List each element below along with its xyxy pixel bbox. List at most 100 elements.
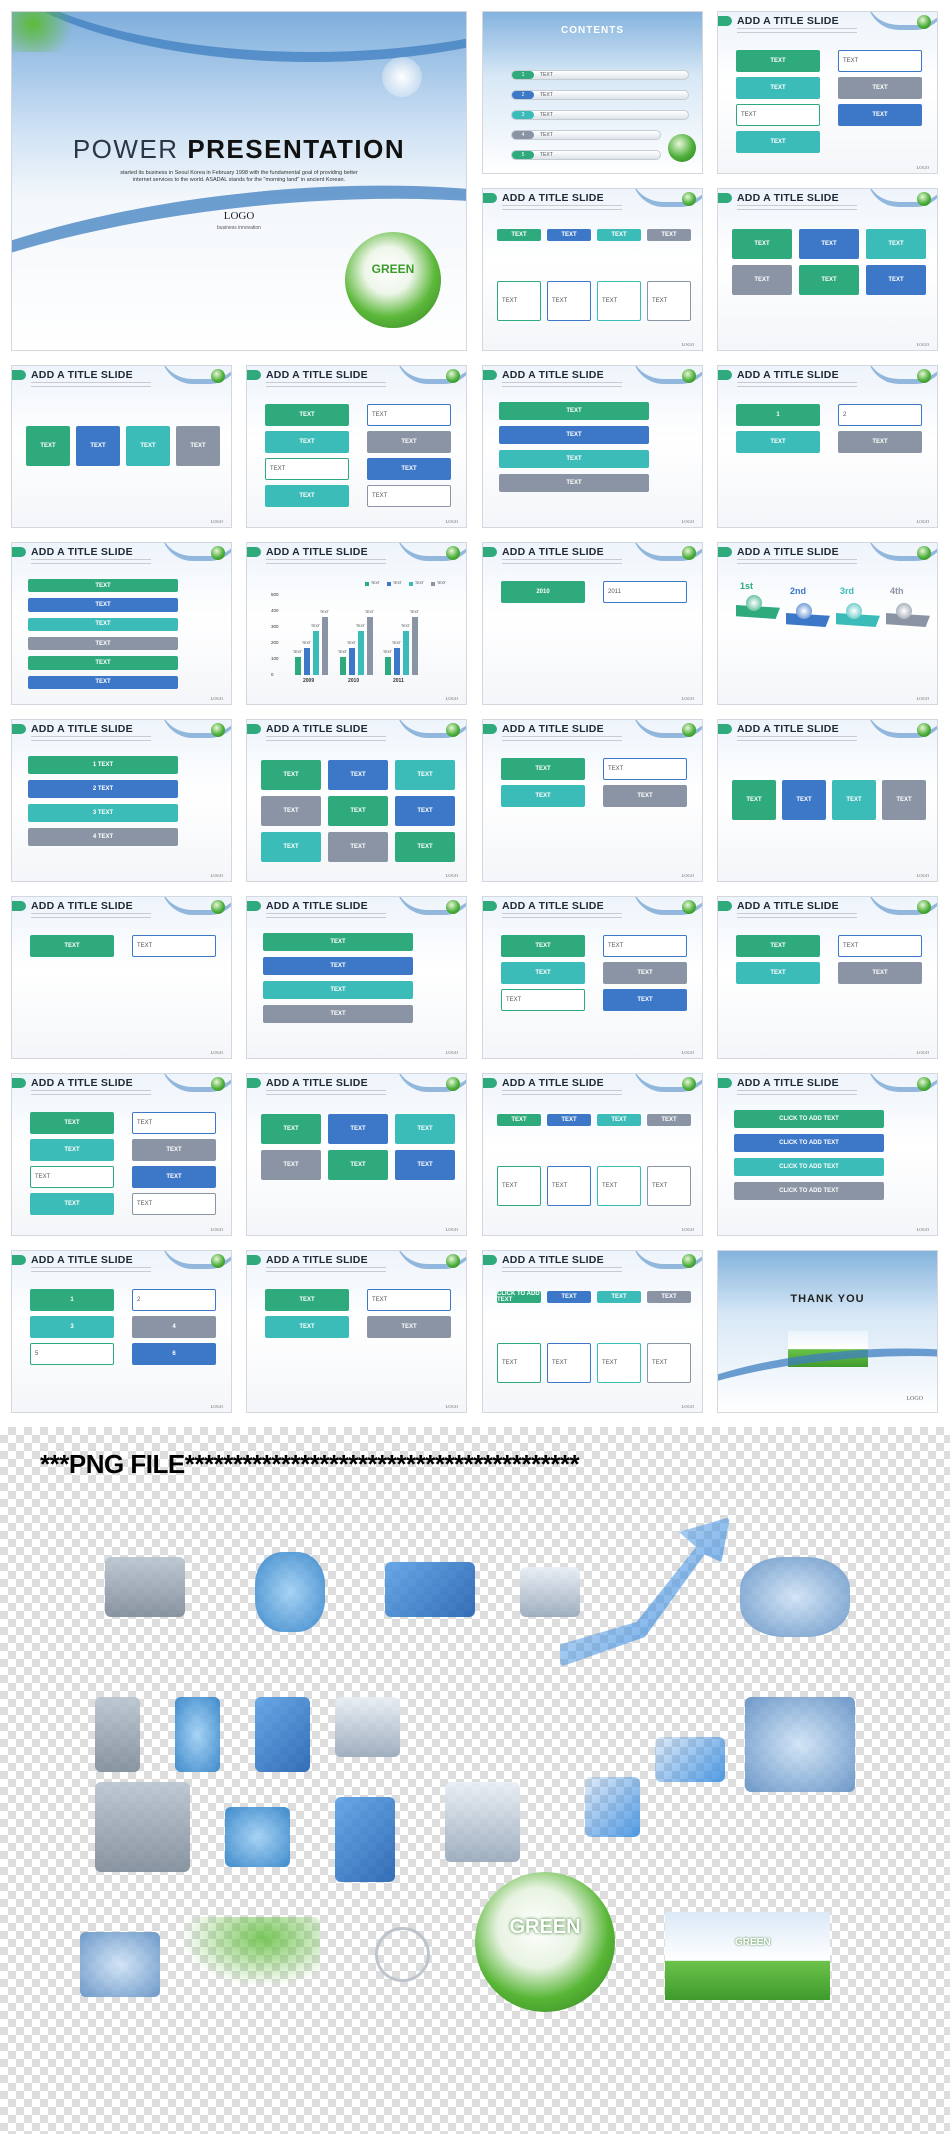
text-placeholder[interactable]: TEXT (838, 77, 922, 99)
slide-thumbnail[interactable]: ADD A TITLE SLIDE LOGO TEXT TEXT TEXT TEXT (482, 719, 703, 882)
text-placeholder[interactable]: TEXT (367, 404, 451, 426)
text-placeholder[interactable]: TEXT (367, 485, 451, 507)
text-placeholder[interactable]: TEXT (30, 1166, 114, 1188)
text-placeholder[interactable]: TEXT (132, 935, 216, 957)
text-placeholder[interactable]: TEXT (838, 50, 922, 72)
text-placeholder[interactable]: TEXT (261, 1150, 321, 1180)
text-placeholder[interactable]: TEXT (265, 1316, 349, 1338)
text-placeholder[interactable]: TEXT (395, 1150, 455, 1180)
text-placeholder[interactable]: TEXT (176, 426, 220, 466)
text-placeholder[interactable]: TEXT (499, 426, 649, 444)
contents-item[interactable]: 5 TEXT (511, 150, 661, 160)
text-placeholder[interactable]: CLICK TO ADD TEXT (497, 1291, 541, 1303)
text-placeholder[interactable]: TEXT (732, 265, 792, 295)
text-placeholder[interactable]: TEXT (647, 1291, 691, 1303)
text-placeholder[interactable]: 2 TEXT (28, 780, 178, 798)
slide-thumbnail[interactable]: CONTENTS 1 TEXT 2 TEXT 3 TEXT 4 TEXT 5 TEXT (482, 11, 703, 174)
text-placeholder[interactable]: TEXT (328, 1114, 388, 1144)
slide-thumbnail[interactable]: THANK YOU LOGO (717, 1250, 938, 1413)
slide-thumbnail[interactable]: ADD A TITLE SLIDE LOGO TEXT TEXT TEXT TEXT (11, 365, 232, 528)
text-placeholder[interactable]: TEXT (497, 1343, 541, 1383)
slide-thumbnail[interactable]: ADD A TITLE SLIDE LOGO 1 TEXT 2 TEXT 3 TEXT 4… (11, 719, 232, 882)
text-placeholder[interactable]: TEXT (501, 989, 585, 1011)
slide-thumbnail[interactable]: ADD A TITLE SLIDE LOGO TEXT TEXT TEXT TEXT TEX… (246, 365, 467, 528)
text-placeholder[interactable]: TEXT (265, 404, 349, 426)
text-placeholder[interactable]: TEXT (28, 598, 178, 612)
text-placeholder[interactable]: 3 (30, 1316, 114, 1338)
text-placeholder[interactable]: TEXT (367, 458, 451, 480)
text-placeholder[interactable]: TEXT (328, 796, 388, 826)
slide-thumbnail[interactable]: ADD A TITLE SLIDE LOGO TEXT TEXT (11, 896, 232, 1059)
text-placeholder[interactable]: TEXT (603, 989, 687, 1011)
text-placeholder[interactable]: TEXT (547, 1166, 591, 1206)
text-placeholder[interactable]: TEXT (132, 1166, 216, 1188)
text-placeholder[interactable]: TEXT (736, 131, 820, 153)
text-placeholder[interactable]: TEXT (882, 780, 926, 820)
slide-thumbnail[interactable]: ADD A TITLE SLIDE LOGO TEXT TEXT TEXT TEXT (246, 896, 467, 1059)
slide-thumbnail[interactable]: ADD A TITLE SLIDE LOGO TEXT TEXT TEXT TEXT TEX… (482, 1073, 703, 1236)
text-placeholder[interactable]: TEXT (497, 1114, 541, 1126)
text-placeholder[interactable]: TEXT (395, 796, 455, 826)
text-placeholder[interactable]: TEXT (547, 281, 591, 321)
text-placeholder[interactable]: TEXT (497, 229, 541, 241)
slide-thumbnail[interactable]: ADD A TITLE SLIDE LOGO TEXT TEXT TEXT TEXT (717, 719, 938, 882)
slide-thumbnail[interactable]: ADD A TITLE SLIDE LOGO TEXT TEXT TEXT TEXT TEX… (11, 542, 232, 705)
text-placeholder[interactable]: TEXT (597, 1343, 641, 1383)
slide-thumbnail[interactable]: ADD A TITLE SLIDE LOGO TEXT TEXT TEXT TEXT (482, 365, 703, 528)
text-placeholder[interactable]: TEXT (736, 50, 820, 72)
slide-thumbnail[interactable]: ADD A TITLE SLIDE LOGO 1 2 3 4 5 6 (11, 1250, 232, 1413)
slide-thumbnail[interactable]: ADD A TITLE SLIDE LOGO TEXT TEXT TEXT TEXT (246, 1250, 467, 1413)
text-placeholder[interactable]: 2 (132, 1289, 216, 1311)
text-placeholder[interactable]: TEXT (132, 1112, 216, 1134)
text-placeholder[interactable]: CLICK TO ADD TEXT (734, 1110, 884, 1128)
text-placeholder[interactable]: TEXT (395, 832, 455, 862)
text-placeholder[interactable]: TEXT (832, 780, 876, 820)
text-placeholder[interactable]: 4 TEXT (28, 828, 178, 846)
text-placeholder[interactable]: TEXT (263, 981, 413, 999)
text-placeholder[interactable]: 1 (736, 404, 820, 426)
text-placeholder[interactable]: TEXT (597, 281, 641, 321)
text-placeholder[interactable]: TEXT (838, 104, 922, 126)
text-placeholder[interactable]: 4 (132, 1316, 216, 1338)
text-placeholder[interactable]: 2 (838, 404, 922, 426)
text-placeholder[interactable]: TEXT (263, 957, 413, 975)
text-placeholder[interactable]: TEXT (838, 935, 922, 957)
contents-item[interactable]: 1 TEXT (511, 70, 689, 80)
contents-item[interactable]: 2 TEXT (511, 90, 689, 100)
text-placeholder[interactable]: TEXT (736, 104, 820, 126)
slide-thumbnail[interactable]: ADD A TITLE SLIDE LOGO TEXT TEXT TEXT TEXT TEX… (717, 188, 938, 351)
text-placeholder[interactable]: TEXT (603, 962, 687, 984)
text-placeholder[interactable]: TEXT (866, 265, 926, 295)
text-placeholder[interactable]: TEXT (328, 832, 388, 862)
text-placeholder[interactable]: TEXT (501, 785, 585, 807)
text-placeholder[interactable]: TEXT (501, 935, 585, 957)
slide-thumbnail[interactable]: ADD A TITLE SLIDE LOGO 1 2 TEXT TEXT (717, 365, 938, 528)
text-placeholder[interactable]: TEXT (497, 281, 541, 321)
text-placeholder[interactable]: TEXT (261, 1114, 321, 1144)
text-placeholder[interactable]: TEXT (30, 1139, 114, 1161)
slide-thumbnail[interactable]: ADD A TITLE SLIDE LOGO TEXT TEXT TEXT TEXT TEX… (11, 1073, 232, 1236)
title-slide[interactable]: POWER PRESENTATION started its business … (11, 11, 467, 351)
slide-thumbnail[interactable]: ADD A TITLE SLIDE LOGO CLICK TO ADD TEXT CL… (717, 1073, 938, 1236)
text-placeholder[interactable]: TEXT (732, 780, 776, 820)
text-placeholder[interactable]: 5 (30, 1343, 114, 1365)
text-placeholder[interactable]: TEXT (597, 1291, 641, 1303)
text-placeholder[interactable]: TEXT (866, 229, 926, 259)
text-placeholder[interactable]: TEXT (30, 935, 114, 957)
text-placeholder[interactable]: 2011 (603, 581, 687, 603)
text-placeholder[interactable]: TEXT (736, 935, 820, 957)
slide-thumbnail[interactable]: ADD A TITLE SLIDE LOGO 0 100 200 300 400 500 TEX… (246, 542, 467, 705)
text-placeholder[interactable]: TEXT (263, 1005, 413, 1023)
text-placeholder[interactable]: TEXT (499, 474, 649, 492)
text-placeholder[interactable]: TEXT (261, 832, 321, 862)
text-placeholder[interactable]: TEXT (76, 426, 120, 466)
text-placeholder[interactable]: TEXT (265, 485, 349, 507)
text-placeholder[interactable]: TEXT (736, 431, 820, 453)
text-placeholder[interactable]: CLICK TO ADD TEXT (734, 1158, 884, 1176)
text-placeholder[interactable]: TEXT (367, 1289, 451, 1311)
text-placeholder[interactable]: TEXT (647, 1343, 691, 1383)
text-placeholder[interactable]: CLICK TO ADD TEXT (734, 1182, 884, 1200)
text-placeholder[interactable]: TEXT (597, 1166, 641, 1206)
text-placeholder[interactable]: 3 TEXT (28, 804, 178, 822)
slide-thumbnail[interactable]: ADD A TITLE SLIDE LOGO 1st 2nd 3rd 4th (717, 542, 938, 705)
